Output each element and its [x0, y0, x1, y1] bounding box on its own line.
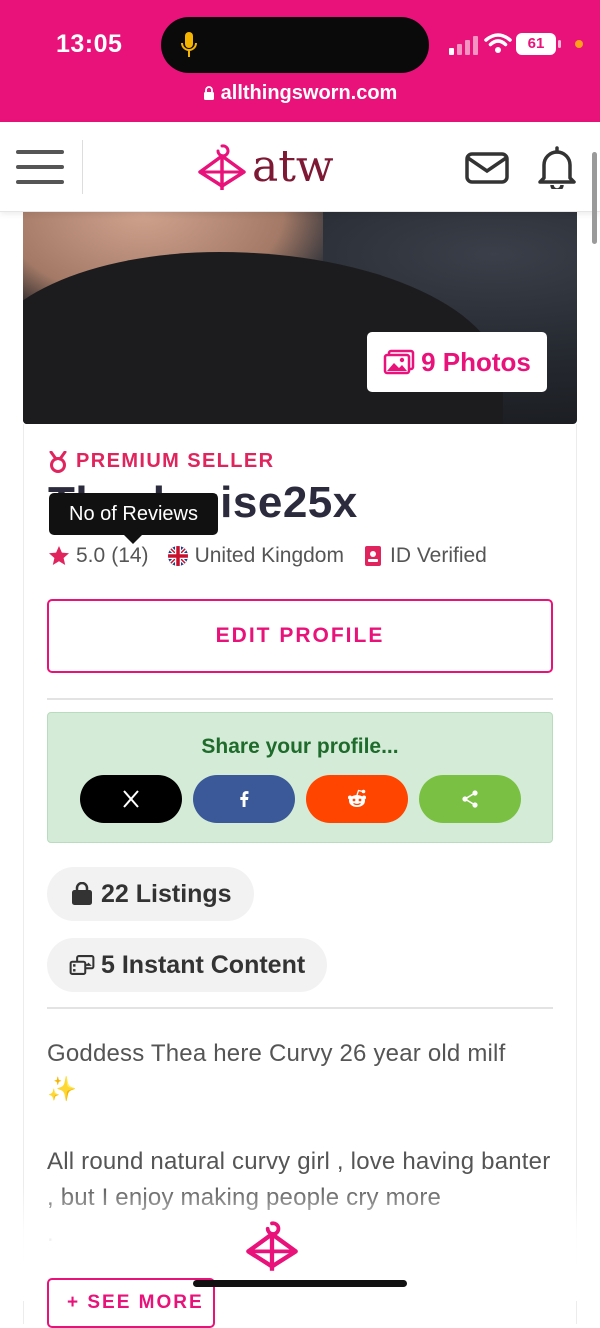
- share-profile-box: Share your profile...: [47, 712, 553, 843]
- premium-label: PREMIUM SELLER: [76, 450, 275, 472]
- url-bar[interactable]: allthingsworn.com: [0, 82, 600, 105]
- hanger-logo-icon[interactable]: [244, 1218, 300, 1274]
- shopping-bag-icon: [72, 882, 92, 905]
- share-reddit-button[interactable]: [306, 775, 408, 823]
- star-icon: [49, 546, 69, 565]
- page-scrollbar[interactable]: [592, 152, 597, 244]
- hanger-logo-icon: [198, 144, 246, 190]
- status-bar: 13:05 61 allthingsworn.com: [0, 0, 600, 122]
- uk-flag-icon: [167, 546, 188, 566]
- site-navbar: atw: [0, 122, 600, 212]
- share-title: Share your profile...: [201, 735, 399, 758]
- site-logo[interactable]: atw: [196, 142, 334, 192]
- bio-line-1: Goddess Thea here Curvy 26 year old milf…: [47, 1040, 506, 1103]
- premium-seller-badge: PREMIUM SELLER: [48, 450, 275, 473]
- dynamic-island: [161, 17, 429, 73]
- share-facebook-button[interactable]: [193, 775, 295, 823]
- status-time: 13:05: [56, 30, 123, 58]
- logo-text: atw: [252, 141, 334, 192]
- medal-icon: [49, 450, 67, 473]
- review-count: (14): [111, 544, 149, 567]
- rating-group[interactable]: 5.0 (14): [48, 544, 149, 568]
- divider: [47, 1007, 553, 1009]
- share-x-button[interactable]: [80, 775, 182, 823]
- facebook-icon: [240, 791, 249, 807]
- profile-cover-photo[interactable]: [23, 212, 577, 424]
- rating-value: 5.0: [76, 544, 106, 567]
- photos-button[interactable]: 9 Photos: [367, 332, 547, 392]
- see-more-button[interactable]: + SEE MORE: [47, 1278, 215, 1328]
- edit-profile-button[interactable]: EDIT PROFILE: [47, 599, 553, 673]
- images-icon: [383, 349, 415, 375]
- mail-icon[interactable]: [465, 152, 509, 184]
- country-group: United Kingdom: [167, 544, 344, 568]
- nav-divider: [82, 140, 83, 194]
- home-indicator[interactable]: [193, 1280, 407, 1287]
- wifi-icon: [484, 33, 512, 53]
- battery-cap: [558, 40, 561, 48]
- photos-label: 9 Photos: [421, 346, 531, 377]
- lock-icon: [203, 86, 214, 100]
- id-card-icon: [364, 546, 381, 566]
- reviews-tooltip: No of Reviews: [49, 493, 218, 544]
- sparkle-emoji: ✨: [47, 1076, 78, 1103]
- microphone-icon: [181, 32, 197, 57]
- privacy-dot: [575, 40, 583, 48]
- x-icon: [123, 790, 139, 808]
- profile-meta: 5.0 (14) United Kingdom ID Verified: [48, 544, 505, 568]
- menu-icon[interactable]: [16, 150, 64, 184]
- country-label: United Kingdom: [194, 544, 344, 567]
- verified-label: ID Verified: [389, 544, 487, 567]
- share-icon: [462, 790, 478, 808]
- reddit-icon: [348, 789, 366, 807]
- verified-group: ID Verified: [362, 544, 487, 568]
- listings-label: 22 Listings: [101, 879, 232, 908]
- share-link-button[interactable]: [419, 775, 521, 823]
- instant-content-label: 5 Instant Content: [101, 950, 306, 979]
- listings-pill[interactable]: 22 Listings: [47, 867, 254, 921]
- divider: [47, 698, 553, 700]
- instant-content-pill[interactable]: 5 Instant Content: [47, 938, 328, 992]
- bell-icon[interactable]: [536, 145, 578, 189]
- url-text: allthingsworn.com: [220, 82, 398, 104]
- photo-video-icon: [69, 955, 95, 975]
- signal-icon: [449, 36, 478, 55]
- battery-icon: 61: [516, 33, 556, 55]
